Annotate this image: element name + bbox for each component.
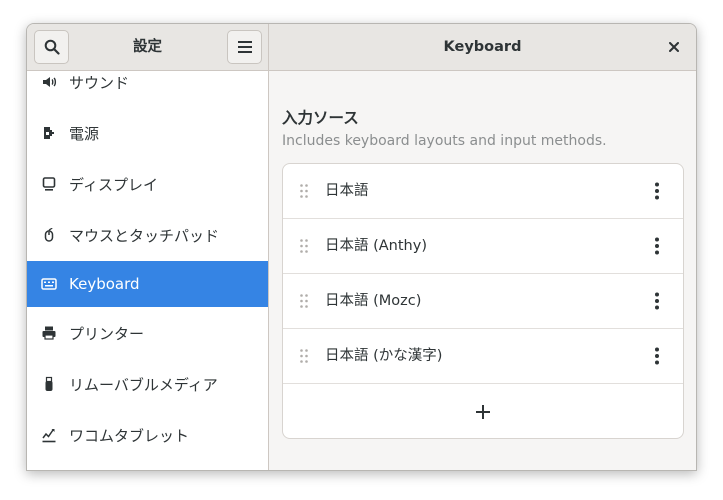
input-source-row[interactable]: 日本語 (かな漢字) <box>283 329 683 384</box>
power-plug-icon <box>44 127 54 139</box>
sidebar-item-printers[interactable]: プリンター <box>27 310 268 356</box>
sidebar-item-label: マウスとタッチパッド <box>69 226 220 245</box>
hamburger-menu-icon <box>237 41 252 53</box>
add-input-source-button[interactable] <box>283 384 683 438</box>
header-bar: 設定 Keyboard <box>27 24 696 71</box>
sidebar-item-wacom-tablet[interactable]: ワコムタブレット <box>27 412 268 458</box>
drag-handle-icon[interactable] <box>299 238 309 254</box>
panel-title: Keyboard <box>443 39 522 55</box>
close-button[interactable] <box>664 37 684 57</box>
sidebar-item-sound[interactable]: サウンド <box>27 71 268 105</box>
sidebar-item-label: プリンター <box>69 324 145 343</box>
sidebar-item-mouse-touchpad[interactable]: マウスとタッチパッド <box>27 212 268 258</box>
sidebar-item-removable-media[interactable]: リムーバブルメディア <box>27 361 268 407</box>
more-options-icon[interactable] <box>651 347 663 365</box>
mouse-icon <box>44 227 54 242</box>
input-source-row[interactable]: 日本語 (Mozc) <box>283 274 683 329</box>
input-sources-title: 入力ソース <box>282 109 359 127</box>
input-sources-list: 日本語 日本語 (Anthy) 日本語 (Mozc) 日本語 (かな漢字) <box>282 163 684 439</box>
sidebar-item-power[interactable]: 電源 <box>27 110 268 156</box>
sidebar: サウンド 電源 ディスプレイ マウスとタッチパッド Keyboard プリンター… <box>27 71 269 470</box>
more-options-icon[interactable] <box>651 292 663 310</box>
input-source-name: 日本語 (Mozc) <box>325 293 422 309</box>
input-sources-subtitle: Includes keyboard layouts and input meth… <box>282 133 607 149</box>
input-source-name: 日本語 <box>325 183 369 199</box>
tablet-pen-icon <box>42 429 56 443</box>
drag-handle-icon[interactable] <box>299 183 309 199</box>
settings-window: 設定 Keyboard サウンド 電源 ディスプレイ マウスとタッチパッド Ke… <box>26 23 697 471</box>
keyboard-icon <box>41 278 57 290</box>
search-icon <box>44 39 60 55</box>
more-options-icon[interactable] <box>651 237 663 255</box>
drag-handle-icon[interactable] <box>299 348 309 364</box>
keyboard-panel: 入力ソース Includes keyboard layouts and inpu… <box>269 71 696 470</box>
printer-icon <box>42 326 56 340</box>
main-menu-button[interactable] <box>227 30 262 64</box>
drag-handle-icon[interactable] <box>299 293 309 309</box>
input-source-row[interactable]: 日本語 (Anthy) <box>283 219 683 274</box>
input-source-name: 日本語 (かな漢字) <box>325 348 443 364</box>
input-source-row[interactable]: 日本語 <box>283 164 683 219</box>
close-icon <box>669 42 679 52</box>
more-options-icon[interactable] <box>651 182 663 200</box>
speaker-icon <box>43 77 57 87</box>
input-source-name: 日本語 (Anthy) <box>325 238 427 254</box>
sidebar-item-keyboard[interactable]: Keyboard <box>27 261 268 307</box>
sidebar-item-label: リムーバブルメディア <box>69 375 218 394</box>
sidebar-item-display[interactable]: ディスプレイ <box>27 161 268 207</box>
plus-icon <box>476 404 490 419</box>
sidebar-item-label: ディスプレイ <box>69 175 158 194</box>
display-icon <box>42 177 56 191</box>
sidebar-item-label: サウンド <box>69 73 130 92</box>
search-button[interactable] <box>34 30 69 64</box>
sidebar-item-label: 電源 <box>69 124 100 143</box>
usb-drive-icon <box>45 376 53 391</box>
sidebar-item-label: ワコムタブレット <box>69 426 190 445</box>
sidebar-item-label: Keyboard <box>69 275 140 293</box>
sidebar-header: 設定 <box>27 24 269 70</box>
